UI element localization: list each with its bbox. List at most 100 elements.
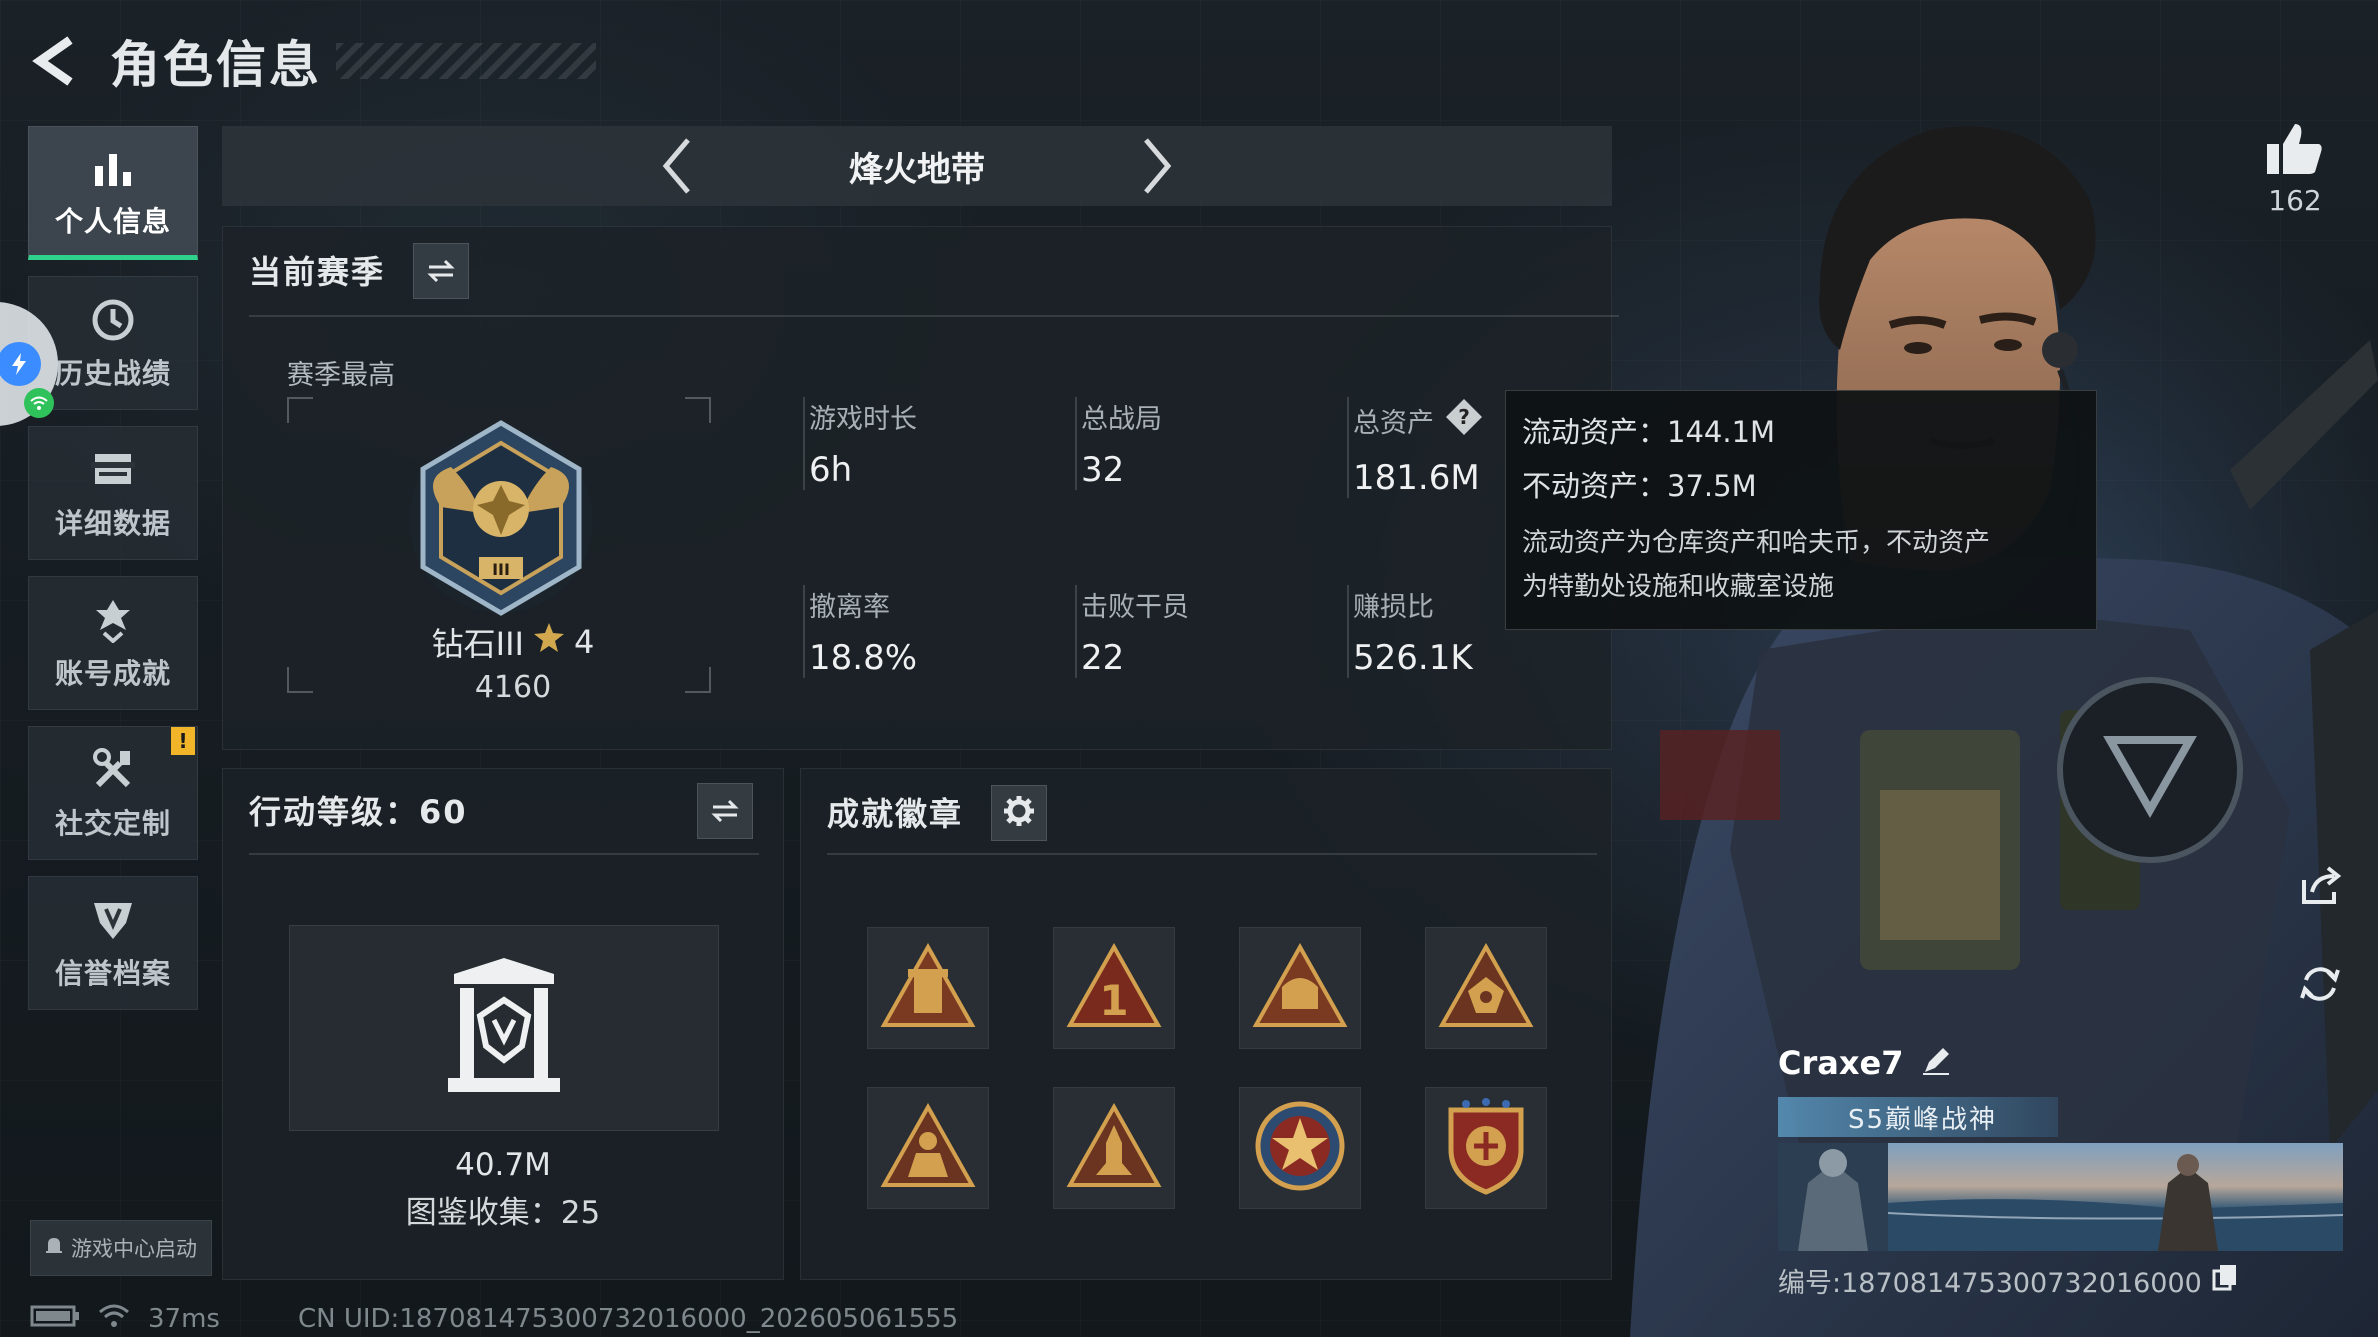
edit-pencil-icon[interactable] bbox=[1921, 1046, 1951, 1080]
stat-kills: 击败干员 22 bbox=[1075, 585, 1189, 678]
achievement-badge[interactable]: 1 bbox=[1053, 927, 1175, 1049]
achievement-badge[interactable] bbox=[1239, 927, 1361, 1049]
frame-corner bbox=[685, 397, 711, 423]
battery-icon bbox=[30, 1304, 80, 1335]
season-title: 当前赛季 bbox=[249, 253, 386, 291]
like-area: 162 bbox=[2250, 120, 2340, 217]
sidebar: 个人信息 历史战绩 详细数据 账号成就 ! 社交定制 信誉档案 bbox=[28, 126, 198, 1026]
rank-points: 4160 bbox=[474, 670, 552, 705]
sidebar-item-label: 个人信息 bbox=[54, 205, 171, 238]
switch-season-button[interactable] bbox=[413, 243, 469, 299]
sidebar-item-label: 账号成就 bbox=[54, 657, 171, 690]
achievement-badge[interactable] bbox=[1425, 1087, 1547, 1209]
assets-tooltip: 流动资产：144.1M 不动资产：37.5M 流动资产为仓库资产和哈夫币，不动资… bbox=[1505, 390, 2097, 630]
share-icon[interactable] bbox=[2292, 858, 2348, 914]
frame-corner bbox=[287, 397, 313, 423]
player-name: Craxe7 bbox=[1778, 1044, 1904, 1082]
stat-value: 32 bbox=[1081, 450, 1125, 490]
player-card: Craxe7 S5巅峰战神 编号:187081475300732016000 bbox=[1778, 1035, 2343, 1300]
svg-text:1: 1 bbox=[1099, 976, 1128, 1025]
badge-rank-one-icon: 1 bbox=[1066, 942, 1162, 1033]
next-mode-chevron-right-icon[interactable] bbox=[1132, 131, 1182, 201]
badge-star-medal-icon bbox=[1252, 1098, 1348, 1198]
vault-icon bbox=[444, 956, 564, 1100]
achievement-badge[interactable] bbox=[867, 1087, 989, 1209]
sidebar-item-reputation[interactable]: 信誉档案 bbox=[28, 876, 198, 1010]
collection-count: 图鉴收集：25 bbox=[405, 1195, 601, 1231]
player-id: 编号:187081475300732016000 bbox=[1778, 1268, 2202, 1299]
tooltip-fixed-assets: 不动资产：37.5M bbox=[1522, 469, 1757, 503]
footer: 37ms CN UID:187081475300732016000_202605… bbox=[30, 1304, 958, 1334]
badge-helmet-icon bbox=[1252, 942, 1348, 1033]
svg-text:?: ? bbox=[1458, 405, 1470, 429]
tooltip-description-line: 为特勤处设施和收藏室设施 bbox=[1522, 572, 1835, 602]
sidebar-item-label: 信誉档案 bbox=[54, 957, 171, 990]
svg-text:III: III bbox=[492, 560, 510, 579]
tooltip-liquid-assets: 流动资产：144.1M bbox=[1522, 415, 1776, 449]
badge-tower-icon bbox=[880, 942, 976, 1033]
mode-selector: 烽火地带 bbox=[222, 126, 1612, 206]
frame-corner bbox=[287, 667, 313, 693]
sidebar-item-personal-info[interactable]: 个人信息 bbox=[28, 126, 198, 260]
prev-mode-chevron-left-icon[interactable] bbox=[652, 131, 702, 201]
stat-value: 526.1K bbox=[1353, 638, 1473, 678]
star-icon bbox=[532, 621, 566, 663]
action-level-panel: 行动等级：60 40.7M 图鉴收集：25 bbox=[222, 768, 784, 1280]
refresh-icon[interactable] bbox=[2292, 956, 2348, 1012]
game-center-label: 游戏中心启动 bbox=[71, 1237, 197, 1261]
stat-total-matches: 总战局 32 bbox=[1075, 397, 1162, 490]
achievement-badge[interactable] bbox=[1053, 1087, 1175, 1209]
copy-icon[interactable] bbox=[2212, 1263, 2238, 1298]
collection-showcase bbox=[289, 925, 719, 1131]
stat-play-time: 游戏时长 6h bbox=[803, 397, 917, 490]
wifi-icon bbox=[24, 388, 54, 418]
player-name-row: Craxe7 bbox=[1778, 1035, 2343, 1091]
stat-total-assets: 总资产 ? 181.6M bbox=[1347, 397, 1484, 498]
header: 角色信息 bbox=[30, 28, 596, 94]
stat-label-text: 总资产 bbox=[1353, 408, 1434, 439]
player-name-card[interactable] bbox=[1778, 1143, 2343, 1251]
switch-action-button[interactable] bbox=[697, 783, 753, 839]
collection-value: 40.7M bbox=[455, 1147, 551, 1183]
sidebar-item-detail-data[interactable]: 详细数据 bbox=[28, 426, 198, 560]
badges-title: 成就徽章 bbox=[827, 795, 964, 833]
back-arrow-icon[interactable] bbox=[30, 33, 80, 89]
stat-value: 22 bbox=[1081, 638, 1125, 678]
wifi-signal-icon bbox=[98, 1304, 130, 1335]
badge-shield-crest-icon bbox=[1441, 1096, 1531, 1200]
achievement-badge[interactable] bbox=[1425, 927, 1547, 1049]
player-title: S5巅峰战神 bbox=[1848, 1104, 1998, 1135]
rank-name: 钻石III bbox=[431, 625, 524, 663]
folder-icon bbox=[89, 444, 137, 496]
stat-label: 赚损比 bbox=[1353, 592, 1434, 623]
rank-name-row: 钻石III 4 bbox=[413, 619, 613, 665]
badge-settings-button[interactable] bbox=[991, 785, 1047, 841]
thumbs-up-icon[interactable] bbox=[2250, 120, 2340, 176]
achievement-badge[interactable] bbox=[867, 927, 989, 1049]
bell-icon bbox=[45, 1236, 63, 1261]
stat-label: 击败干员 bbox=[1081, 592, 1189, 623]
lightning-icon bbox=[0, 342, 41, 386]
stat-label: 游戏时长 bbox=[809, 404, 917, 435]
badge-rocket-icon bbox=[1066, 1102, 1162, 1193]
stat-value: 181.6M bbox=[1353, 458, 1480, 498]
achievement-icon bbox=[90, 594, 136, 646]
help-diamond-icon[interactable]: ? bbox=[1444, 397, 1484, 444]
stat-profit-ratio: 赚损比 526.1K bbox=[1347, 585, 1473, 678]
achievement-badge[interactable] bbox=[1239, 1087, 1361, 1209]
mode-title: 烽火地带 bbox=[849, 149, 985, 190]
sidebar-item-label: 社交定制 bbox=[54, 807, 171, 840]
season-panel: 当前赛季 赛季最高 III 钻石III 4 4160 游戏时长 6h 总战局 3… bbox=[222, 226, 1619, 750]
action-level-title: 行动等级：60 bbox=[249, 793, 468, 831]
warning-badge: ! bbox=[171, 727, 195, 755]
frame-corner bbox=[685, 667, 711, 693]
sidebar-item-label: 历史战绩 bbox=[54, 357, 171, 390]
sidebar-item-achievements[interactable]: 账号成就 bbox=[28, 576, 198, 710]
tooltip-description-line: 流动资产为仓库资产和哈夫币，不动资产 bbox=[1522, 528, 1991, 558]
shield-icon bbox=[90, 894, 136, 946]
tools-icon bbox=[90, 744, 136, 796]
sidebar-item-social[interactable]: ! 社交定制 bbox=[28, 726, 198, 860]
sidebar-item-label: 详细数据 bbox=[54, 507, 171, 540]
game-center-launch-button[interactable]: 游戏中心启动 bbox=[30, 1220, 212, 1276]
stat-extract-rate: 撤离率 18.8% bbox=[803, 585, 917, 678]
